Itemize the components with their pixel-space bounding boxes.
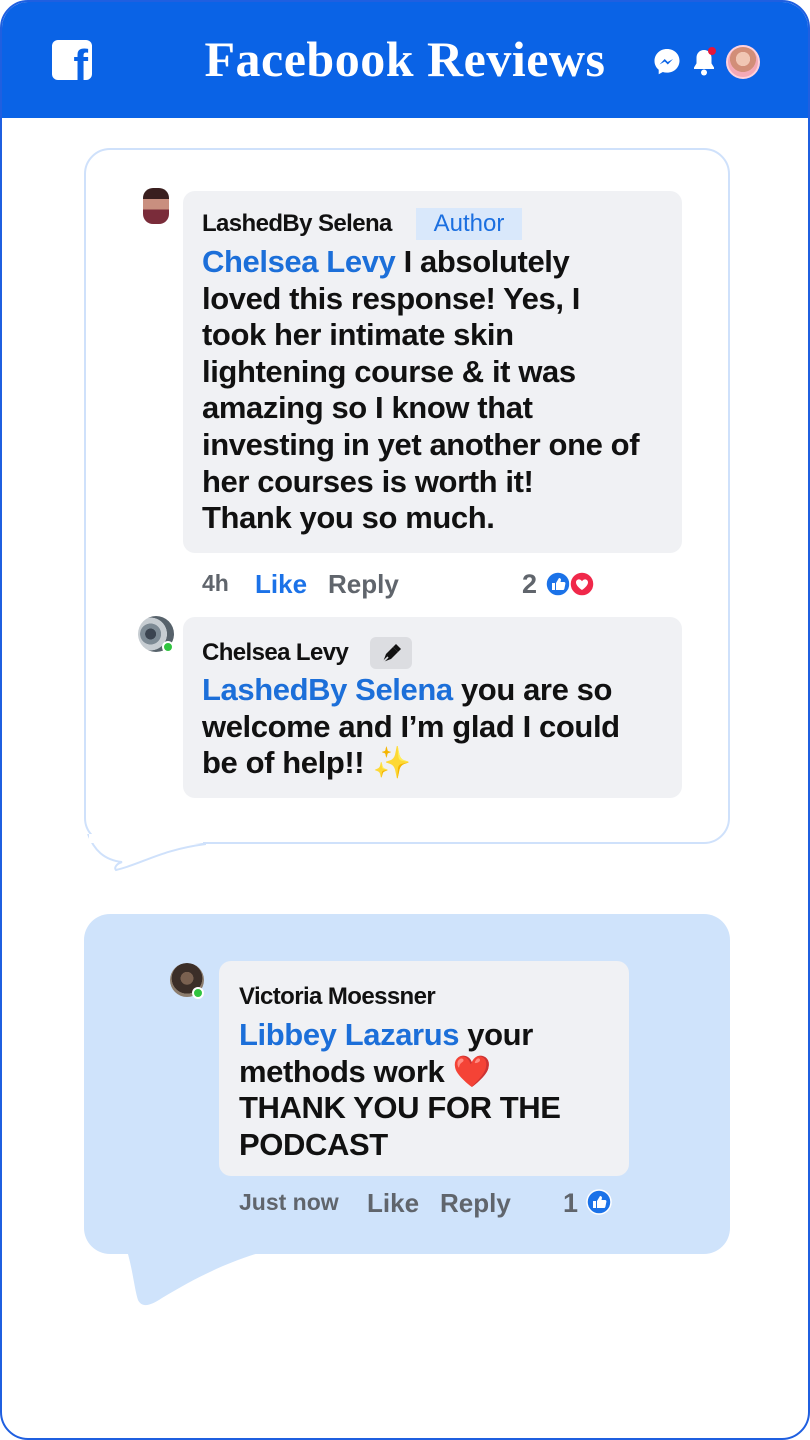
- like-icon: [586, 1189, 612, 1215]
- comment-line: investing in yet another one of: [202, 426, 640, 462]
- comment-line: amazing so I know that: [202, 390, 533, 426]
- reply-line: you are so: [452, 672, 613, 707]
- mention-link[interactable]: LashedBy Selena: [202, 672, 453, 707]
- author-badge: Author: [416, 208, 522, 240]
- comment-line: lightening course & it was: [202, 353, 576, 389]
- pen-icon: [370, 637, 412, 669]
- reply-button[interactable]: Reply: [440, 1188, 511, 1219]
- love-icon: [569, 571, 595, 597]
- comment-line: her courses is worth it!: [202, 463, 534, 499]
- mention-link[interactable]: Libbey Lazarus: [239, 1017, 459, 1052]
- reply-button[interactable]: Reply: [328, 569, 399, 600]
- like-button[interactable]: Like: [255, 569, 307, 600]
- comment-line: took her intimate skin: [202, 317, 514, 353]
- notification-dot: [708, 47, 716, 55]
- reply-author[interactable]: Chelsea Levy: [202, 639, 349, 667]
- comment-author[interactable]: Victoria Moessner: [239, 983, 436, 1011]
- online-status-dot: [192, 987, 204, 999]
- messenger-icon[interactable]: [652, 47, 682, 77]
- comment-timestamp: Just now: [239, 1189, 339, 1215]
- comment-author[interactable]: LashedBy Selena: [202, 210, 392, 238]
- reaction-count[interactable]: 2: [522, 569, 537, 600]
- comment-line: PODCAST: [239, 1126, 388, 1162]
- like-button[interactable]: Like: [367, 1188, 419, 1219]
- reply-text: LashedBy Selena you are so welcome and I…: [202, 672, 672, 782]
- like-icon: [545, 571, 571, 597]
- comment-line: I absolutely: [395, 244, 570, 279]
- mention-link[interactable]: Chelsea Levy: [202, 244, 396, 279]
- header-actions: [652, 44, 760, 80]
- comment-line: Thank you so much.: [202, 500, 495, 536]
- reply-line: be of help!! ✨: [202, 745, 411, 781]
- speech-tail: [87, 834, 206, 872]
- comment-text: Chelsea Levy I absolutely loved this res…: [202, 244, 672, 537]
- comment-timestamp: 4h: [202, 570, 229, 596]
- comment-line: loved this response! Yes, I: [202, 280, 581, 316]
- comment-line: your: [459, 1017, 533, 1052]
- comment-line: methods work ❤️: [239, 1053, 491, 1089]
- header-bar: f Facebook Reviews: [2, 2, 808, 118]
- online-status-dot: [162, 641, 174, 653]
- notifications-bell-icon[interactable]: [690, 47, 718, 77]
- comment-text: Libbey Lazarus your methods work ❤️ THAN…: [239, 1017, 619, 1163]
- comment-line: THANK YOU FOR THE: [239, 1090, 561, 1126]
- app-frame: f Facebook Reviews LashedBy Selena Autho…: [0, 0, 810, 1440]
- reply-line: welcome and I’m glad I could: [202, 708, 620, 744]
- reaction-count[interactable]: 1: [563, 1188, 578, 1219]
- profile-avatar[interactable]: [726, 45, 760, 79]
- avatar-lashedby-selena[interactable]: [143, 188, 169, 224]
